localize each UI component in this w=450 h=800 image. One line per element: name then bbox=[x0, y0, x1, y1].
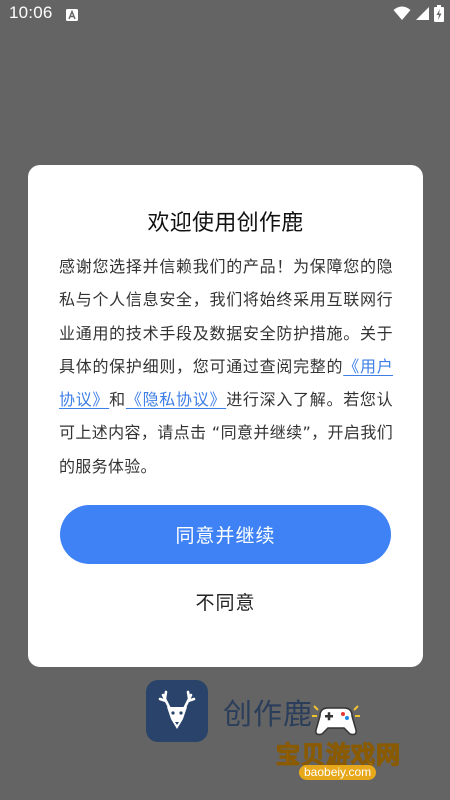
deer-logo-icon bbox=[146, 680, 208, 742]
notification-a-icon bbox=[66, 6, 78, 21]
dialog-title: 欢迎使用创作鹿 bbox=[147, 211, 304, 236]
status-bar: 10:06 bbox=[0, 0, 450, 26]
agree-continue-button[interactable]: 同意并继续 bbox=[60, 505, 391, 564]
privacy-dialog: 欢迎使用创作鹿 感谢您选择并信赖我们的产品！为保障您的隐私与个人信息安全，我们将… bbox=[28, 165, 423, 667]
body-text-and: 和 bbox=[109, 390, 126, 410]
battery-charging-icon bbox=[434, 4, 444, 22]
signal-icon bbox=[415, 6, 430, 21]
disagree-button[interactable]: 不同意 bbox=[28, 588, 423, 615]
privacy-agreement-link[interactable]: 《隐私协议》 bbox=[126, 390, 226, 409]
watermark-url: baobeiy.com bbox=[299, 765, 377, 780]
wifi-icon bbox=[393, 6, 411, 21]
status-time: 10:06 bbox=[9, 3, 53, 22]
screen: 10:06 创作鹿 欢迎使用创作鹿 感谢您选择并信赖我们的产品！为保障您的隐私与… bbox=[0, 0, 450, 800]
gamepad-icon bbox=[312, 705, 360, 736]
status-icons bbox=[393, 4, 444, 22]
watermark: 宝贝游戏网 baobeiy.com bbox=[272, 700, 432, 785]
dialog-body: 感谢您选择并信赖我们的产品！为保障您的隐私与个人信息安全，我们将始终采用互联网行… bbox=[59, 250, 393, 483]
